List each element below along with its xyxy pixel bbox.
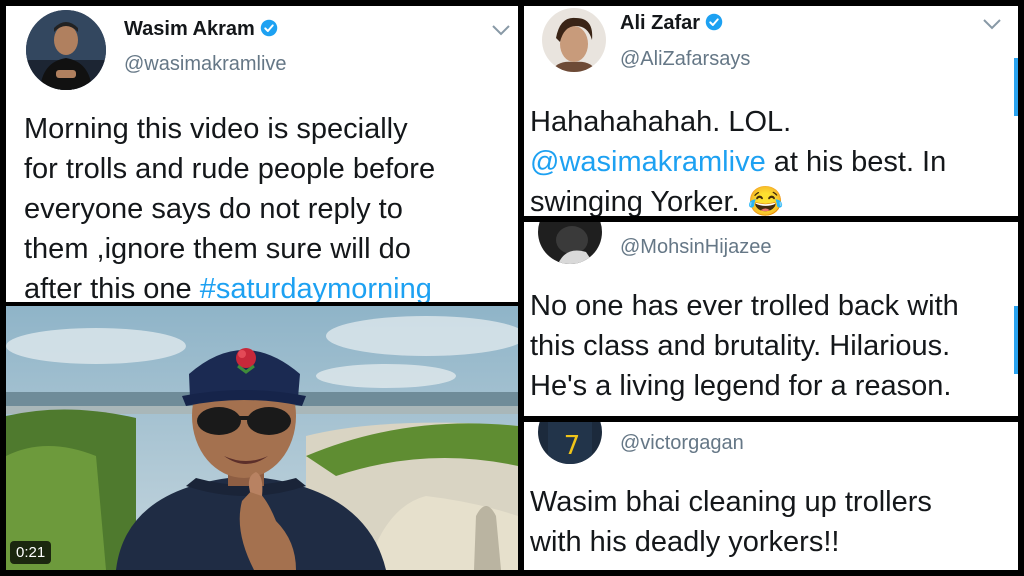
verified-badge-icon [705,13,723,31]
video-duration: 0:21 [10,541,52,564]
emoji-tears-of-joy: 😂 [747,186,784,216]
avatar[interactable] [542,8,606,72]
tweet-text: Wasim bhai cleaning up trollers with his… [530,486,932,558]
tweet-main: Wasim Akram @wasimakramlive Morning this… [6,6,518,302]
avatar[interactable] [538,222,602,264]
svg-text:7: 7 [564,431,581,461]
reply-ali: Ali Zafar @AliZafarsays Hahahahahah. LOL… [524,6,1018,216]
chevron-down-icon[interactable] [982,18,1002,30]
reply-victor: 7 @victorgagan Wasim bhai cleaning up tr… [524,422,1018,570]
user-handle[interactable]: @MohsinHijazee [620,236,771,259]
display-name[interactable]: Ali Zafar [620,12,723,35]
video-player[interactable]: 0:21 [6,306,518,570]
reply-mohsin: @MohsinHijazee No one has ever trolled b… [524,222,1018,416]
user-handle[interactable]: @AliZafarsays [620,48,750,71]
verified-badge-icon [260,19,278,37]
chevron-down-icon[interactable] [491,24,511,36]
tweet-text: No one has ever trolled back with this c… [530,290,959,402]
mention-link[interactable]: @wasimakramlive [530,146,766,178]
display-name[interactable]: Wasim Akram [124,18,278,41]
user-handle[interactable]: @wasimakramlive [124,53,287,76]
avatar[interactable]: 7 [538,422,602,464]
scroll-indicator [1014,58,1018,116]
user-handle[interactable]: @victorgagan [620,432,744,455]
video-frame [6,306,518,570]
tweet-text: Hahahahahah. LOL. @wasimakramlive at his… [530,106,947,216]
scroll-indicator [1014,306,1018,374]
avatar[interactable] [26,10,106,90]
hashtag-link[interactable]: #saturdaymorning [200,273,432,302]
tweet-text: Morning this video is specially for trol… [24,109,514,302]
